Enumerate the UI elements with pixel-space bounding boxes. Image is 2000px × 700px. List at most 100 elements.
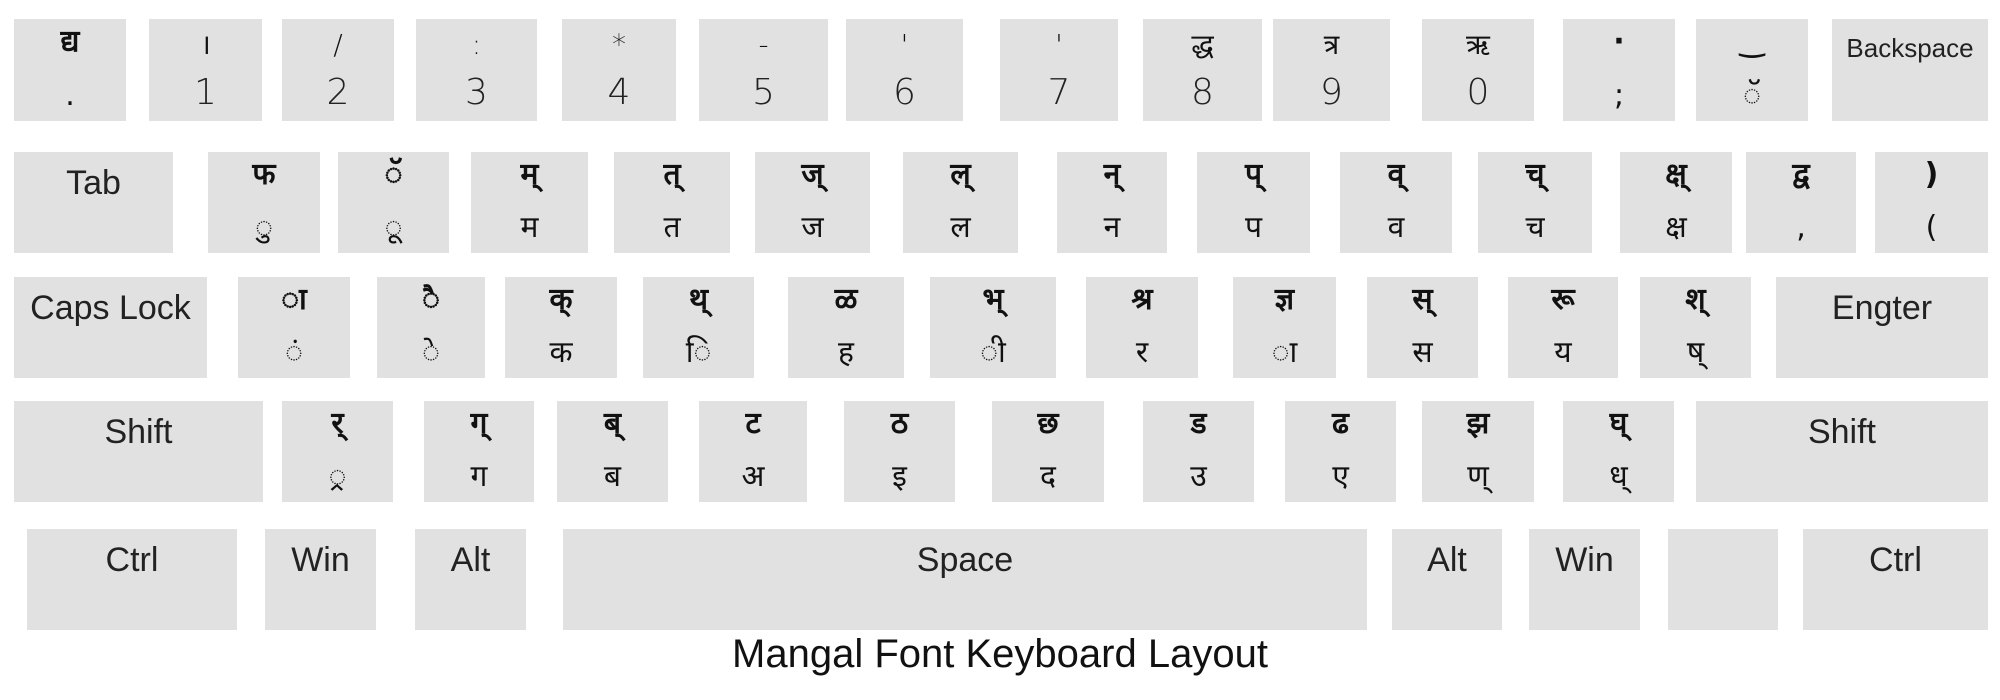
key-digit-0[interactable]: ऋ0 — [1422, 19, 1534, 121]
key-shift[interactable]: Shift — [1696, 401, 1988, 502]
key-digit-4[interactable]: * 4 — [562, 19, 676, 121]
key-blank[interactable] — [1668, 529, 1778, 630]
key-base-char: ल — [950, 210, 971, 245]
key-char[interactable]: द्व, — [1746, 152, 1856, 253]
key-digit-6[interactable]: ' 6 — [846, 19, 963, 121]
key-char[interactable]: रू य — [1508, 277, 1618, 378]
key-shift-char: ज्ञ — [1274, 282, 1295, 317]
key-base-char: ग — [470, 459, 488, 494]
key-base-char: 5 — [752, 72, 775, 113]
key-char[interactable]: ब् ब — [557, 401, 668, 502]
key-char[interactable]: डउ — [1143, 401, 1254, 502]
key-shift-char: ट — [745, 406, 761, 441]
key-base-char: 3 — [465, 72, 488, 113]
key-char[interactable]: ैे — [377, 277, 485, 378]
key-digit-1[interactable]: । 1 — [149, 19, 262, 121]
key-char[interactable]: क् क — [505, 277, 617, 378]
key-shift-char: थ् — [688, 282, 709, 317]
key-char[interactable]: ठइ — [844, 401, 955, 502]
key-char[interactable]: थ्ि — [643, 277, 754, 378]
key-shift-char: क्ष् — [1665, 157, 1687, 192]
key-char[interactable]: क्ष् क्ष — [1620, 152, 1732, 253]
key-base-char: े — [422, 335, 440, 370]
key-tab[interactable]: Tab — [14, 152, 173, 253]
key-shift-char: ' — [900, 28, 909, 61]
key-digit-5[interactable]: -5 — [699, 19, 828, 121]
key-digit-8[interactable]: द्ध 8 — [1143, 19, 1262, 121]
key-char[interactable]: ॅू — [338, 152, 449, 253]
key-shift-char: न् — [1103, 157, 1121, 192]
key-caps-lock[interactable]: Caps Lock — [14, 277, 207, 378]
key-base-char: इ — [892, 459, 907, 494]
key-base-char: द — [1040, 459, 1056, 494]
key-shift-char: ऋ — [1466, 28, 1490, 61]
key-char[interactable]: घ् ध् — [1563, 401, 1674, 502]
key-char[interactable]: छद — [992, 401, 1104, 502]
key-char[interactable]: म् म — [471, 152, 588, 253]
key-base-char: उ — [1190, 459, 1207, 494]
key-engter[interactable]: Engter — [1776, 277, 1988, 378]
key-shift-char: फ — [252, 157, 276, 192]
key-label: Space — [916, 541, 1014, 579]
key-char[interactable]: न् न — [1057, 152, 1167, 253]
key-base-char: व — [1387, 210, 1405, 245]
key-char[interactable]: ढए — [1285, 401, 1396, 502]
key-shift[interactable]: Shift — [14, 401, 263, 502]
key-char[interactable]: )( — [1875, 152, 1988, 253]
key-win[interactable]: Win — [265, 529, 376, 630]
key-space[interactable]: Space — [563, 529, 1367, 630]
key-ctrl[interactable]: Ctrl — [27, 529, 237, 630]
key-char[interactable]: फु — [208, 152, 320, 253]
key-char[interactable]: प् प — [1197, 152, 1310, 253]
key-shift-char: ठ — [890, 406, 909, 441]
key-base-char: क — [549, 335, 573, 370]
key-alt[interactable]: Alt — [1392, 529, 1502, 630]
key-base-char: ज — [801, 210, 824, 245]
key-char[interactable]: ळह — [788, 277, 904, 378]
key-base-char: 2 — [326, 72, 350, 113]
key-char[interactable]: ·; — [1563, 19, 1675, 121]
key-shift-char: ज् — [801, 157, 824, 192]
key-shift-char: व् — [1387, 157, 1405, 192]
key-digit-2[interactable]: /2 — [282, 19, 394, 121]
key-backspace[interactable]: Backspace — [1832, 19, 1988, 121]
key-char[interactable]: स् स — [1367, 277, 1478, 378]
key-shift-char: प् — [1244, 157, 1263, 192]
keyboard-title: Mangal Font Keyboard Layout — [732, 632, 1268, 676]
key-base-char: म — [520, 210, 539, 245]
key-char[interactable]: श्र र — [1086, 277, 1198, 378]
key-base-char: त — [663, 210, 681, 245]
key-char[interactable]: र््र — [282, 401, 393, 502]
key-shift-char: * — [612, 28, 626, 61]
key-char[interactable]: श् ष् — [1640, 277, 1751, 378]
key-shift-char: छ — [1037, 406, 1059, 441]
key-char[interactable]: ‿ॅ — [1696, 19, 1808, 121]
key-shift-char: रू — [1551, 282, 1575, 317]
key-label: Shift — [104, 413, 173, 451]
key-char[interactable]: ल् ल — [903, 152, 1018, 253]
key-char[interactable]: ज्ञा — [1233, 277, 1336, 378]
key-digit-9[interactable]: त्र 9 — [1273, 19, 1390, 121]
key-ctrl[interactable]: Ctrl — [1803, 529, 1988, 630]
key-char[interactable]: ां — [238, 277, 350, 378]
key-char[interactable]: द्य. — [14, 19, 126, 121]
key-base-char: न — [1103, 210, 1121, 245]
key-char[interactable]: टअ — [699, 401, 807, 502]
key-base-char: 1 — [194, 72, 217, 113]
key-base-char: ु — [255, 210, 273, 245]
key-char[interactable]: ग् ग — [424, 401, 534, 502]
key-shift-char: ब् — [603, 406, 622, 441]
key-base-char: र — [1135, 335, 1149, 370]
key-char[interactable]: झ ण् — [1422, 401, 1534, 502]
key-char[interactable]: च् च — [1478, 152, 1592, 253]
key-char[interactable]: व् व — [1340, 152, 1452, 253]
key-label: Alt — [1427, 541, 1467, 579]
key-base-char: ए — [1332, 459, 1349, 494]
key-char[interactable]: ज् ज — [755, 152, 870, 253]
key-char[interactable]: त् त — [614, 152, 730, 253]
key-win[interactable]: Win — [1529, 529, 1640, 630]
key-char[interactable]: भ्ी — [930, 277, 1056, 378]
key-alt[interactable]: Alt — [415, 529, 526, 630]
key-digit-3[interactable]: :3 — [416, 19, 537, 121]
key-digit-7[interactable]: ' 7 — [1000, 19, 1118, 121]
